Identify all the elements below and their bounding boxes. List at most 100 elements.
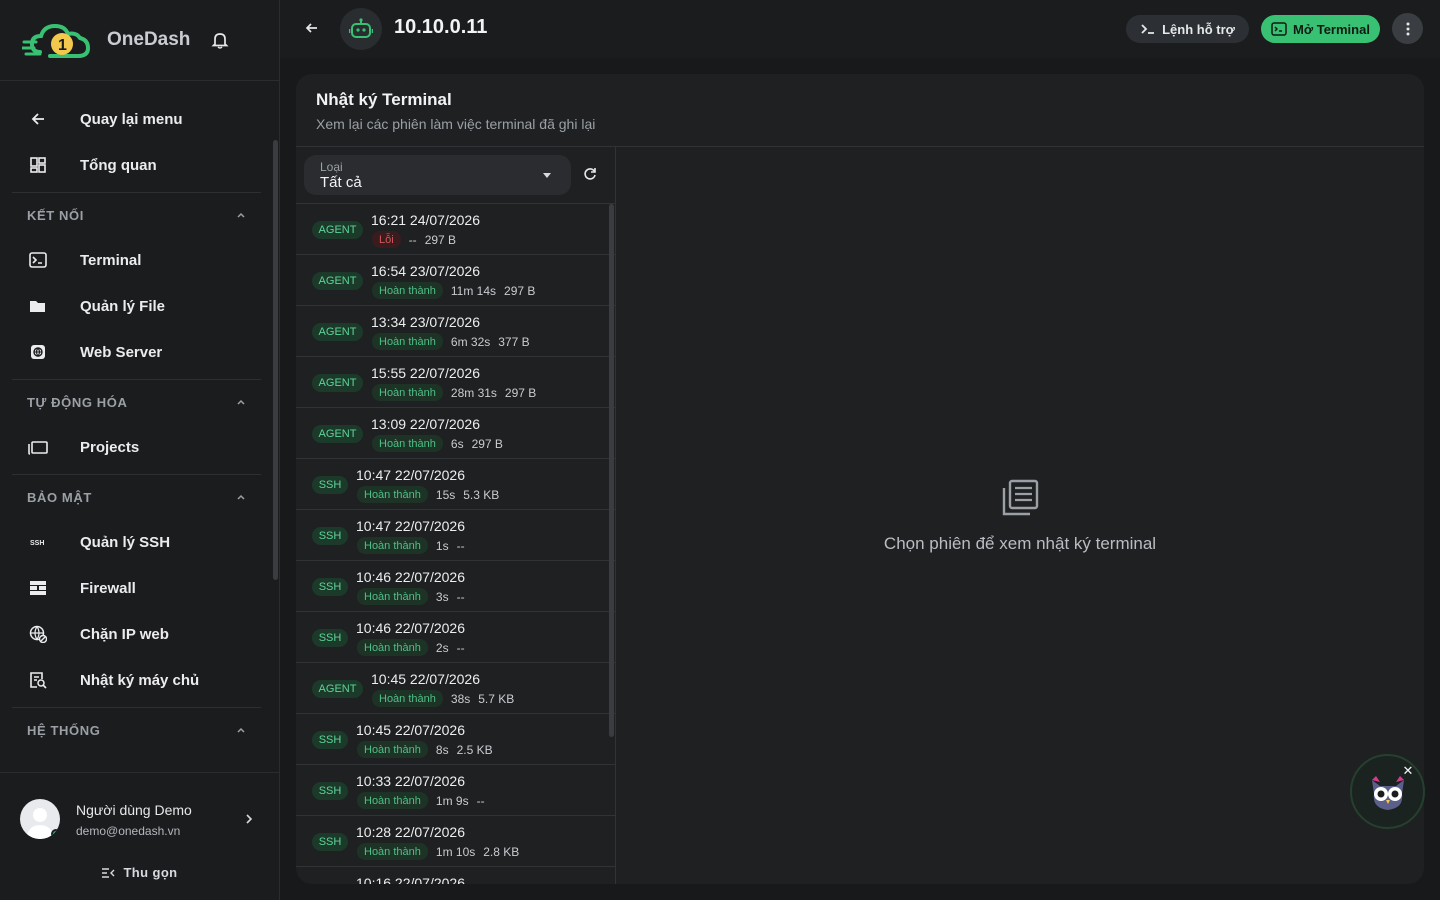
session-row[interactable]: SSH 10:46 22/07/2026 Hoàn thành 2s -- xyxy=(296,612,616,663)
sidebar-item-label: Projects xyxy=(80,438,140,456)
section-title: KẾT NỐI xyxy=(27,207,84,223)
sidebar-item-overview[interactable]: Tổng quan xyxy=(12,142,261,188)
session-duration: 1s xyxy=(435,538,449,553)
session-row[interactable]: SSH 10:45 22/07/2026 Hoàn thành 8s 2.5 KB xyxy=(296,714,616,765)
sidebar-item-server-log[interactable]: Nhật ký máy chủ xyxy=(12,657,261,703)
session-type-badge: AGENT xyxy=(312,374,363,392)
session-duration: 11m 14s xyxy=(450,283,497,298)
refresh-icon[interactable] xyxy=(583,167,597,181)
session-row[interactable]: AGENT 13:09 22/07/2026 Hoàn thành 6s 297 B xyxy=(296,408,616,459)
onedash-logo[interactable]: 1 xyxy=(22,18,92,62)
sidebar-scrollbar[interactable] xyxy=(273,140,278,580)
caret-down-icon xyxy=(543,173,551,178)
session-size: 2.8 KB xyxy=(483,844,520,859)
section-connections[interactable]: KẾT NỐI xyxy=(12,192,261,237)
user-card[interactable]: Người dùng Demo demo@onedash.vn Thu gọn xyxy=(0,772,279,900)
help-commands-button[interactable]: Lệnh hỗ trợ xyxy=(1126,15,1249,43)
close-icon[interactable]: ✕ xyxy=(1401,763,1415,778)
sidebar-item-web-server[interactable]: Web Server xyxy=(12,329,261,375)
sidebar-item-firewall[interactable]: Firewall xyxy=(12,565,261,611)
session-size: -- xyxy=(476,793,485,808)
sidebar-item-label: Quản lý SSH xyxy=(80,533,171,551)
open-terminal-label: Mở Terminal xyxy=(1293,21,1370,37)
session-row[interactable]: SSH 10:28 22/07/2026 Hoàn thành 1m 10s 2.8 K… xyxy=(296,816,616,867)
more-vertical-icon xyxy=(1406,22,1409,35)
type-filter-select[interactable]: Loại Tất cả xyxy=(304,155,571,195)
session-row[interactable]: SSH 10:46 22/07/2026 Hoàn thành 3s -- xyxy=(296,561,616,612)
session-time: 10:47 22/07/2026 xyxy=(356,467,465,483)
sidebar-item-block-ip[interactable]: Chặn IP web xyxy=(12,611,261,657)
session-type-badge: SSH xyxy=(312,629,348,647)
session-row[interactable]: AGENT 13:34 23/07/2026 Hoàn thành 6m 32s 377… xyxy=(296,306,616,357)
session-size: 297 B xyxy=(504,385,537,400)
dashboard-icon xyxy=(26,153,50,177)
session-duration: 2s xyxy=(435,640,449,655)
sidebar-item-label: Terminal xyxy=(80,251,142,269)
session-duration: 6m 32s xyxy=(450,334,491,349)
session-duration: -- xyxy=(408,232,417,247)
prompt-icon xyxy=(1141,24,1155,34)
session-status-badge: Hoàn thành xyxy=(357,792,428,809)
collapse-button[interactable]: Thu gọn xyxy=(0,865,279,880)
session-time: 10:16 22/07/2026 xyxy=(356,875,465,884)
empty-state-text: Chọn phiên để xem nhật ký terminal xyxy=(883,534,1157,553)
open-terminal-button[interactable]: Mở Terminal xyxy=(1261,15,1380,43)
session-row[interactable]: AGENT 16:54 23/07/2026 Hoàn thành 11m 14s 29… xyxy=(296,255,616,306)
projects-icon xyxy=(26,435,50,459)
collapse-label: Thu gọn xyxy=(123,865,178,880)
section-security[interactable]: BẢO MẬT xyxy=(12,474,261,519)
sidebar: 1 OneDash Quay lại menu Tổng quan KẾT NỐ… xyxy=(0,0,280,900)
session-type-badge: SSH xyxy=(312,476,348,494)
session-list-scrollbar[interactable] xyxy=(609,204,614,737)
globe-icon xyxy=(26,340,50,364)
session-time: 10:45 22/07/2026 xyxy=(356,722,465,738)
back-arrow-icon[interactable] xyxy=(304,20,320,36)
session-size: 297 B xyxy=(471,436,503,451)
sidebar-item-label: Nhật ký máy chủ xyxy=(80,671,200,689)
chevron-up-icon xyxy=(237,494,245,500)
session-type-badge: AGENT xyxy=(312,680,363,698)
chevron-up-icon xyxy=(237,399,245,405)
session-size: 377 B xyxy=(498,334,530,349)
section-system[interactable]: HỆ THỐNG xyxy=(12,707,261,752)
chevron-up-icon xyxy=(237,727,245,733)
session-row[interactable]: SSH10:16 22/07/2026 xyxy=(296,867,616,884)
session-meta: Hoàn thành 11m 14s 297 B xyxy=(372,282,535,299)
sidebar-item-label: Web Server xyxy=(80,343,163,361)
session-meta: Hoàn thành 28m 31s 297 B xyxy=(372,384,536,401)
session-row[interactable]: SSH 10:33 22/07/2026 Hoàn thành 1m 9s -- xyxy=(296,765,616,816)
sidebar-item-label: Firewall xyxy=(80,579,136,597)
sidebar-item-label: Quay lại menu xyxy=(80,110,183,128)
session-duration: 38s xyxy=(450,691,471,706)
session-size: -- xyxy=(456,640,465,655)
section-automation[interactable]: TỰ ĐỘNG HÓA xyxy=(12,379,261,424)
session-meta: Hoàn thành 2s -- xyxy=(357,639,465,656)
session-row[interactable]: AGENT 15:55 22/07/2026 Hoàn thành 28m 31s 29… xyxy=(296,357,616,408)
session-row[interactable]: SSH 10:47 22/07/2026 Hoàn thành 1s -- xyxy=(296,510,616,561)
session-time: 10:46 22/07/2026 xyxy=(356,620,465,636)
session-time: 13:34 23/07/2026 xyxy=(371,314,480,330)
session-row[interactable]: AGENT 10:45 22/07/2026 Hoàn thành 38s 5.7 KB xyxy=(296,663,616,714)
section-title: BẢO MẬT xyxy=(27,489,92,505)
session-size: 5.7 KB xyxy=(478,691,515,706)
sidebar-item-files[interactable]: Quản lý File xyxy=(12,283,261,329)
online-status-dot xyxy=(51,829,60,839)
sidebar-item-projects[interactable]: Projects xyxy=(12,424,261,470)
session-status-badge: Hoàn thành xyxy=(357,588,428,605)
session-time: 15:55 22/07/2026 xyxy=(371,365,480,381)
sidebar-item-back[interactable]: Quay lại menu xyxy=(12,96,261,142)
sidebar-item-terminal[interactable]: Terminal xyxy=(12,237,261,283)
session-duration: 1m 9s xyxy=(435,793,469,808)
more-options-button[interactable] xyxy=(1392,13,1423,44)
sidebar-item-ssh[interactable]: SSH Quản lý SSH xyxy=(12,519,261,565)
bell-icon[interactable] xyxy=(211,31,229,49)
session-size: -- xyxy=(456,538,465,553)
session-status-badge: Hoàn thành xyxy=(372,384,443,401)
folder-icon xyxy=(26,294,50,318)
session-status-badge: Hoàn thành xyxy=(372,282,443,299)
chevron-right-icon[interactable] xyxy=(243,813,255,825)
terminal-icon xyxy=(26,248,50,272)
session-row[interactable]: AGENT 16:21 24/07/2026 Lỗi -- 297 B xyxy=(296,204,616,255)
session-status-badge: Hoàn thành xyxy=(357,741,428,758)
session-row[interactable]: SSH 10:47 22/07/2026 Hoàn thành 15s 5.3 KB xyxy=(296,459,616,510)
